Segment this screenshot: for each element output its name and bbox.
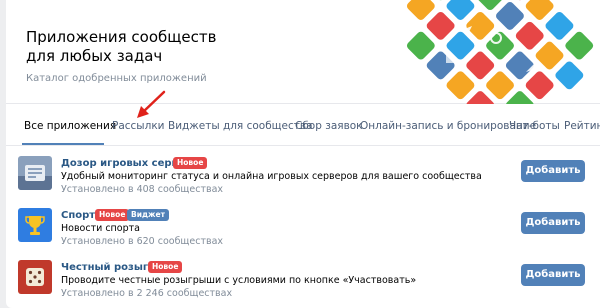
install-count: Установлено в 408 сообществах	[61, 184, 224, 195]
tab-community-widgets[interactable]: Виджеты для сообщества	[168, 120, 313, 132]
catalog-header: Приложения сообществ для любых задач Кат…	[6, 0, 600, 104]
tab-chatbots[interactable]: Чат-боты	[509, 120, 560, 132]
page-subtitle: Каталог одобренных приложений	[26, 73, 207, 84]
app-name-link[interactable]: Спорт	[61, 210, 95, 221]
install-count: Установлено в 2 246 сообществах	[61, 288, 233, 299]
new-badge: Новое	[148, 261, 183, 273]
install-count: Установлено в 620 сообществах	[61, 236, 224, 247]
page-title: Приложения сообществ для любых задач	[26, 28, 217, 65]
app-row-fair-giveaway: Честный розыгрыш Новое Проводите честные…	[6, 260, 600, 308]
new-badge: Новое	[173, 157, 208, 169]
server-icon	[18, 156, 52, 190]
trophy-icon	[18, 208, 52, 242]
category-tabs: Все приложения Рассылки Виджеты для сооб…	[6, 104, 600, 146]
app-description: Удобный мониторинг статуса и онлайна игр…	[61, 171, 482, 182]
new-badge: Новое	[95, 209, 130, 221]
app-row-sport: Спорт Новое Виджет Новости спорта Устано…	[6, 208, 600, 260]
dice-icon	[18, 260, 52, 294]
add-app-button[interactable]: Добавить	[521, 160, 585, 182]
active-tab-indicator	[22, 143, 104, 145]
tab-all-apps[interactable]: Все приложения	[24, 120, 116, 132]
apps-catalog-card: Приложения сообществ для любых задач Кат…	[6, 0, 600, 308]
app-description: Проводите честные розыгрыши с условиями …	[61, 275, 417, 286]
tab-mailings[interactable]: Рассылки	[112, 120, 164, 132]
add-app-button[interactable]: Добавить	[521, 264, 585, 286]
tab-rating[interactable]: Рейтин	[564, 120, 600, 132]
app-row-game-servers: Дозор игровых серверов Новое Удобный мон…	[6, 156, 600, 208]
add-app-button[interactable]: Добавить	[521, 212, 585, 234]
tab-lead-collection[interactable]: Сбор заявок	[295, 120, 363, 132]
widget-badge: Виджет	[127, 209, 169, 221]
app-description: Новости спорта	[61, 223, 140, 234]
